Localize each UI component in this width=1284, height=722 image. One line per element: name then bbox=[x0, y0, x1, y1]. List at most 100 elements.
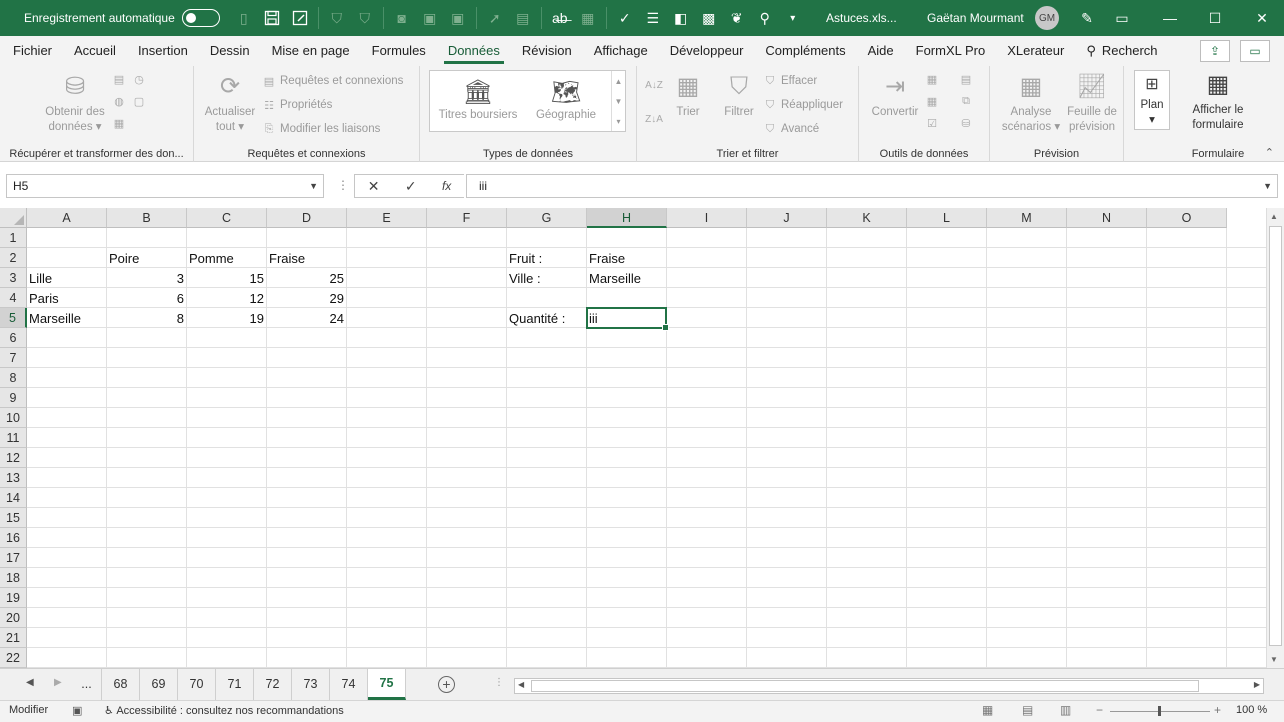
search-box[interactable]: ⚲ Recherch bbox=[1078, 36, 1165, 66]
formula-input[interactable]: iii ▼ bbox=[466, 174, 1278, 198]
select-objects-icon[interactable]: ➚ bbox=[484, 7, 506, 29]
sheet-tab[interactable]: 71 bbox=[216, 669, 254, 700]
filter-icon[interactable]: ⛉ bbox=[326, 7, 348, 29]
customize-qat-icon[interactable]: ▾ bbox=[782, 7, 804, 29]
cell-g3[interactable]: Ville : bbox=[507, 268, 586, 288]
sheet-tab[interactable]: 73 bbox=[292, 669, 330, 700]
more-icon[interactable]: ⋮ bbox=[337, 178, 349, 192]
zoom-slider[interactable] bbox=[1110, 706, 1210, 716]
tab-donnees[interactable]: Données bbox=[440, 36, 508, 66]
scroll-left-icon[interactable]: ◀ bbox=[518, 680, 524, 689]
row-header[interactable]: 15 bbox=[0, 508, 27, 528]
sheet-ellipsis[interactable]: ... bbox=[72, 669, 102, 700]
scroll-right-icon[interactable]: ▶ bbox=[1254, 680, 1260, 689]
tab-developpeur[interactable]: Développeur bbox=[662, 36, 752, 66]
show-form-button[interactable]: ▦ Afficher le formulaire bbox=[1182, 70, 1254, 133]
sort-desc-icon[interactable]: Z↓A bbox=[645, 112, 665, 126]
tab-aide[interactable]: Aide bbox=[860, 36, 902, 66]
active-cell[interactable] bbox=[586, 307, 669, 331]
scroll-thumb[interactable] bbox=[531, 680, 1199, 692]
tab-xlerateur[interactable]: XLerateur bbox=[999, 36, 1072, 66]
column-header[interactable]: H bbox=[587, 208, 667, 228]
row-header[interactable]: 13 bbox=[0, 468, 27, 488]
outline-button[interactable]: ⊞ Plan ▾ bbox=[1134, 70, 1170, 130]
close-icon[interactable]: ✕ bbox=[1250, 6, 1274, 30]
cell-g2[interactable]: Fruit : bbox=[507, 248, 586, 268]
cell-d2[interactable]: Fraise bbox=[267, 248, 346, 268]
sheet-tab[interactable]: 68 bbox=[102, 669, 140, 700]
new-file-icon[interactable]: ▯ bbox=[233, 7, 255, 29]
strikethrough-icon[interactable]: a̶b̶ bbox=[549, 7, 571, 29]
page-layout-icon[interactable]: ▤ bbox=[1022, 703, 1033, 717]
row-header[interactable]: 9 bbox=[0, 388, 27, 408]
from-table-icon[interactable]: ▦ bbox=[112, 116, 130, 130]
column-header[interactable]: F bbox=[427, 208, 507, 228]
insert-function-icon[interactable]: fx bbox=[442, 179, 451, 193]
prev-sheet-icon[interactable]: ◀ bbox=[26, 677, 34, 688]
ribbon-display-icon[interactable]: ▭ bbox=[1110, 6, 1134, 30]
selection-pane-icon[interactable]: ▤ bbox=[512, 7, 534, 29]
column-header[interactable]: M bbox=[987, 208, 1067, 228]
unlock-icon[interactable]: ▣ bbox=[447, 7, 469, 29]
page-break-icon[interactable]: ▥ bbox=[1060, 703, 1071, 717]
consolidate-icon[interactable]: ▤ bbox=[959, 72, 977, 86]
what-if-button[interactable]: ▦ Analyse scénarios ▾ bbox=[996, 72, 1066, 135]
autosave-toggle[interactable] bbox=[181, 9, 220, 27]
row-header[interactable]: 3 bbox=[0, 268, 27, 288]
column-header[interactable]: G bbox=[507, 208, 587, 228]
clear-button[interactable]: ⛉ Effacer bbox=[763, 74, 817, 88]
properties-button[interactable]: ☷ Propriétés bbox=[262, 98, 332, 112]
freeze-panes-icon[interactable]: ◧ bbox=[670, 7, 692, 29]
row-header[interactable]: 1 bbox=[0, 228, 27, 248]
column-header[interactable]: I bbox=[667, 208, 747, 228]
cell-c5[interactable]: 19 bbox=[187, 308, 266, 328]
row-header[interactable]: 6 bbox=[0, 328, 27, 348]
cell-c2[interactable]: Pomme bbox=[187, 248, 266, 268]
gallery-scroll[interactable]: ▲ ▼ ▾ bbox=[611, 71, 625, 131]
refresh-all-button[interactable]: ⟳ Actualiser tout ▾ bbox=[200, 72, 260, 135]
expand-formula-icon[interactable]: ▼ bbox=[1263, 175, 1272, 197]
row-header[interactable]: 16 bbox=[0, 528, 27, 548]
tab-accueil[interactable]: Accueil bbox=[66, 36, 124, 66]
row-header[interactable]: 14 bbox=[0, 488, 27, 508]
lock-icon[interactable]: ▣ bbox=[419, 7, 441, 29]
advanced-button[interactable]: ⛉ Avancé bbox=[763, 122, 819, 136]
user-name[interactable]: Gaëtan Mourmant bbox=[927, 11, 1024, 25]
column-header[interactable]: L bbox=[907, 208, 987, 228]
collapse-ribbon-icon[interactable]: ⌃ bbox=[1265, 146, 1274, 159]
cell-c4[interactable]: 12 bbox=[187, 288, 266, 308]
name-box[interactable]: H5 ▼ bbox=[6, 174, 324, 198]
cell-b2[interactable]: Poire bbox=[107, 248, 186, 268]
column-header[interactable]: O bbox=[1147, 208, 1227, 228]
sheet-tab[interactable]: 69 bbox=[140, 669, 178, 700]
maximize-icon[interactable]: ☐ bbox=[1203, 6, 1227, 30]
save-as-icon[interactable] bbox=[289, 7, 311, 29]
edit-links-button[interactable]: ⎘ Modifier les liaisons bbox=[262, 122, 381, 136]
data-model-icon[interactable]: ⛁ bbox=[959, 116, 977, 130]
enter-icon[interactable]: ✓ bbox=[405, 178, 417, 195]
share-icon[interactable]: ⇪ bbox=[1200, 40, 1230, 62]
row-header[interactable]: 22 bbox=[0, 648, 27, 668]
row-header[interactable]: 5 bbox=[0, 308, 27, 328]
remove-duplicates-icon[interactable]: ▦ bbox=[925, 94, 943, 108]
column-header[interactable]: J bbox=[747, 208, 827, 228]
vertical-scrollbar[interactable]: ▲ ▼ bbox=[1266, 208, 1284, 668]
tab-insertion[interactable]: Insertion bbox=[130, 36, 196, 66]
recent-sources-icon[interactable]: ◷ bbox=[132, 72, 150, 86]
bullet-list-icon[interactable]: ☰ bbox=[642, 7, 664, 29]
tab-revision[interactable]: Révision bbox=[514, 36, 580, 66]
tab-formxl-pro[interactable]: FormXL Pro bbox=[908, 36, 994, 66]
row-header[interactable]: 11 bbox=[0, 428, 27, 448]
horizontal-scrollbar[interactable]: ◀ ▶ bbox=[514, 678, 1264, 694]
table-icon[interactable]: ▦ bbox=[577, 7, 599, 29]
cell-g5[interactable]: Quantité : bbox=[507, 308, 586, 328]
cell-b3[interactable]: 3 bbox=[107, 268, 186, 288]
cell-d5[interactable]: 24 bbox=[267, 308, 346, 328]
cell-h3[interactable]: Marseille bbox=[587, 268, 666, 288]
pen-icon[interactable]: ✎ bbox=[1075, 6, 1099, 30]
minimize-icon[interactable]: — bbox=[1158, 6, 1182, 30]
cell-b5[interactable]: 8 bbox=[107, 308, 186, 328]
row-header[interactable]: 18 bbox=[0, 568, 27, 588]
scroll-up-icon[interactable]: ▲ bbox=[1270, 212, 1278, 221]
row-header[interactable]: 8 bbox=[0, 368, 27, 388]
